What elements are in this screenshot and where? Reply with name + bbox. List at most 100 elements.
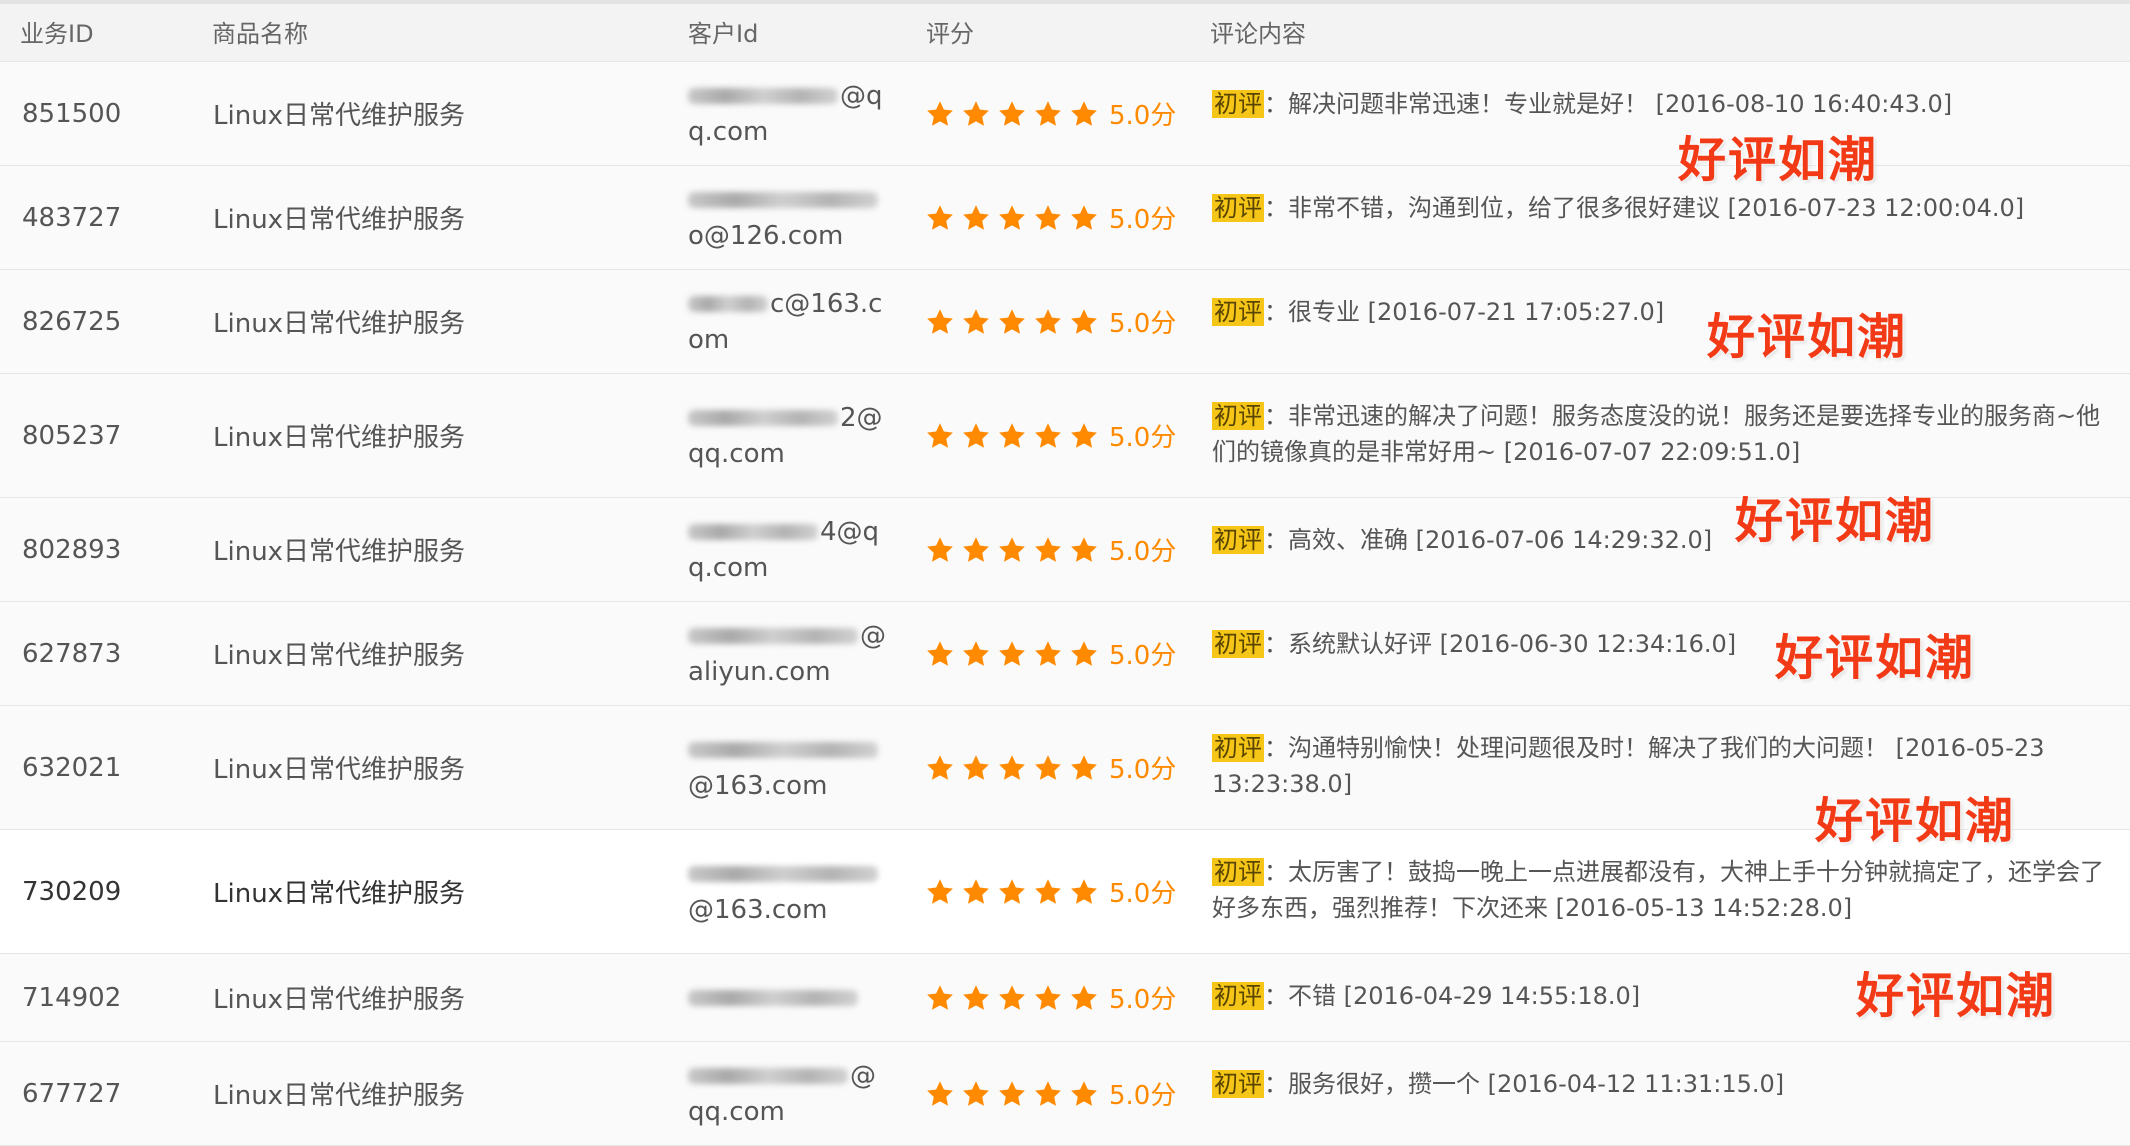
score-text: 5.0分: [1109, 755, 1177, 785]
column-header-customer[interactable]: 客户Id: [688, 4, 758, 64]
star-icon: [961, 535, 991, 565]
comment: 初评：很专业 [2016-07-21 17:05:27.0]: [1212, 270, 2122, 373]
star-icon: [997, 753, 1027, 783]
review-tag: 初评: [1212, 734, 1264, 762]
review-tag: 初评: [1212, 194, 1264, 222]
star-icon: [1033, 877, 1063, 907]
customer-id: o@126.com: [688, 166, 888, 269]
product-name[interactable]: Linux日常代维护服务: [213, 602, 465, 705]
table-row[interactable]: 632021 Linux日常代维护服务 @163.com 5.0分 初评：沟通特别愉快！…: [0, 706, 2130, 830]
star-icon: [925, 877, 955, 907]
score-text: 5.0分: [1109, 641, 1177, 671]
product-name[interactable]: Linux日常代维护服务: [213, 706, 465, 829]
product-name[interactable]: Linux日常代维护服务: [213, 270, 465, 373]
comment-text: ：服务很好，攒一个 [2016-04-12 11:31:15.0]: [1264, 1070, 1785, 1098]
column-header-comment[interactable]: 评论内容: [1210, 4, 1306, 64]
star-icon: [997, 421, 1027, 451]
table-row[interactable]: 805237 Linux日常代维护服务 2@qq.com 5.0分 初评：非常迅速的解决…: [0, 374, 2130, 498]
score-text: 5.0分: [1109, 879, 1177, 909]
product-name[interactable]: Linux日常代维护服务: [213, 1042, 465, 1145]
star-icon: [925, 535, 955, 565]
star-icon: [1033, 203, 1063, 233]
comment-text: ：不错 [2016-04-29 14:55:18.0]: [1264, 982, 1641, 1010]
product-name[interactable]: Linux日常代维护服务: [213, 62, 465, 165]
redacted-blur: [688, 866, 878, 882]
product-name[interactable]: Linux日常代维护服务: [213, 498, 465, 601]
rating: 5.0分: [925, 166, 1176, 269]
rating: 5.0分: [925, 1042, 1176, 1145]
product-name[interactable]: Linux日常代维护服务: [213, 374, 465, 497]
star-icon: [961, 877, 991, 907]
business-id: 805237: [22, 420, 122, 451]
redacted-blur: [688, 990, 858, 1006]
redacted-blur: [688, 524, 818, 540]
star-icon: [961, 639, 991, 669]
column-header-product[interactable]: 商品名称: [212, 4, 308, 64]
star-icon: [961, 307, 991, 337]
praise-stamp: 好评如潮: [1856, 968, 2057, 1024]
comment-text: ：很专业 [2016-07-21 17:05:27.0]: [1264, 298, 1665, 326]
star-icon: [925, 639, 955, 669]
comment-text: ：高效、准确 [2016-07-06 14:29:32.0]: [1264, 526, 1713, 554]
rating: 5.0分: [925, 270, 1176, 373]
rating: 5.0分: [925, 954, 1176, 1041]
praise-stamp: 好评如潮: [1775, 630, 1976, 686]
star-icon: [997, 307, 1027, 337]
star-icon: [925, 203, 955, 233]
score-text: 5.0分: [1109, 101, 1177, 131]
rating: 5.0分: [925, 498, 1176, 601]
praise-stamp: 好评如潮: [1735, 493, 1936, 549]
business-id: 627873: [22, 638, 122, 669]
comment: 初评：非常迅速的解决了问题！服务态度没的说！服务还是要选择专业的服务商~他们的镜…: [1212, 374, 2122, 497]
table-row[interactable]: 677727 Linux日常代维护服务 @qq.com 5.0分 初评：服务很好，攒一个…: [0, 1042, 2130, 1146]
star-icon: [1033, 535, 1063, 565]
star-icon: [1033, 1079, 1063, 1109]
redacted-blur: [688, 1068, 848, 1084]
review-tag: 初评: [1212, 630, 1264, 658]
column-header-rating[interactable]: 评分: [926, 4, 974, 64]
star-icon: [961, 1079, 991, 1109]
star-icon: [1069, 307, 1099, 337]
star-icon: [1069, 203, 1099, 233]
customer-id-visible: @163.com: [688, 894, 828, 925]
customer-id: @qq.com: [688, 1042, 888, 1145]
star-icon: [997, 1079, 1027, 1109]
star-icon: [997, 983, 1027, 1013]
star-icon: [925, 307, 955, 337]
rating: 5.0分: [925, 62, 1176, 165]
comment: 初评：非常不错，沟通到位，给了很多很好建议 [2016-07-23 12:00:…: [1212, 166, 2122, 269]
table-row[interactable]: 730209 Linux日常代维护服务 @163.com 5.0分 初评：太厉害了！鼓捣…: [0, 830, 2130, 954]
product-name[interactable]: Linux日常代维护服务: [213, 830, 465, 953]
review-tag: 初评: [1212, 1070, 1264, 1098]
comment-text: ：非常迅速的解决了问题！服务态度没的说！服务还是要选择专业的服务商~他们的镜像真…: [1212, 402, 2101, 466]
comment-text: ：太厉害了！鼓捣一晚上一点进展都没有，大神上手十分钟就搞定了，还学会了好多东西，…: [1212, 858, 2104, 922]
table-body: 851500 Linux日常代维护服务 @qq.com 5.0分 初评：解决问题非常迅速…: [0, 62, 2130, 1146]
column-header-id[interactable]: 业务ID: [20, 4, 94, 64]
redacted-blur: [688, 88, 838, 104]
comment-text: ：非常不错，沟通到位，给了很多很好建议 [2016-07-23 12:00:04…: [1264, 194, 2025, 222]
business-id: 851500: [22, 98, 122, 129]
customer-id: @aliyun.com: [688, 602, 888, 705]
redacted-blur: [688, 192, 878, 208]
table-row[interactable]: 714902 Linux日常代维护服务 5.0分 初评：不错 [2016-04-29 …: [0, 954, 2130, 1042]
product-name[interactable]: Linux日常代维护服务: [213, 166, 465, 269]
review-tag: 初评: [1212, 90, 1264, 118]
business-id: 677727: [22, 1078, 122, 1109]
star-icon: [1033, 983, 1063, 1013]
review-tag: 初评: [1212, 982, 1264, 1010]
star-icon: [1069, 983, 1099, 1013]
table-header: 业务ID 商品名称 客户Id 评分 评论内容: [0, 0, 2130, 62]
score-text: 5.0分: [1109, 985, 1177, 1015]
business-id: 730209: [22, 876, 122, 907]
business-id: 714902: [22, 982, 122, 1013]
star-icon: [925, 99, 955, 129]
score-text: 5.0分: [1109, 205, 1177, 235]
business-id: 826725: [22, 306, 122, 337]
product-name[interactable]: Linux日常代维护服务: [213, 954, 465, 1041]
comment-text: ：系统默认好评 [2016-06-30 12:34:16.0]: [1264, 630, 1737, 658]
star-icon: [997, 639, 1027, 669]
customer-id: @qq.com: [688, 62, 888, 165]
business-id: 632021: [22, 752, 122, 783]
star-icon: [961, 99, 991, 129]
star-icon: [961, 983, 991, 1013]
